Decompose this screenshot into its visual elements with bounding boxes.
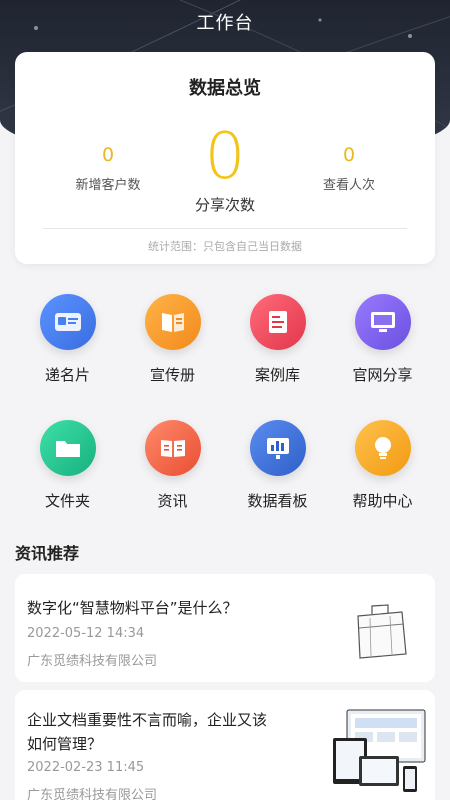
business-card-icon (39, 294, 96, 350)
stat-value: 0 (204, 120, 246, 194)
stat-value: 0 (342, 144, 356, 166)
news-thumbnail-devices (333, 708, 428, 798)
stats-title: 数据总览 (189, 78, 261, 99)
stat-views[interactable]: 0 查看人次 (279, 144, 419, 193)
news-item[interactable]: 数字化“智慧物料平台”是什么？ 2022-05-12 14:34 广东觅绩科技有… (15, 574, 435, 682)
grid-label: 官网分享 (352, 366, 413, 384)
news-title: 数字化“智慧物料平台”是什么？ (27, 599, 238, 617)
stats-scope-note: 统计范围：只包含自己当日数据 (148, 240, 302, 253)
website-share-icon (354, 294, 411, 350)
grid-label: 案例库 (254, 366, 300, 384)
grid-item-data-board[interactable]: 数据看板 (225, 420, 330, 511)
news-book-icon (144, 420, 201, 476)
news-section-title: 资讯推荐 (15, 544, 80, 563)
stats-overview-card: 数据总览 0 新增客户数 0 分享次数 0 查看人次 统计范围：只包含自己当日数… (15, 52, 435, 264)
divider (43, 228, 407, 229)
news-source: 广东觅绩科技有限公司 (27, 788, 158, 800)
grid-label: 帮助中心 (352, 492, 413, 510)
folder-icon (39, 420, 96, 476)
grid-item-website-share[interactable]: 官网分享 (330, 294, 435, 385)
grid-label: 文件夹 (44, 492, 90, 510)
news-thumbnail-briefcase (340, 594, 420, 664)
news-title-line2: 如何管理？ (27, 735, 103, 753)
lightbulb-icon (354, 420, 411, 476)
app-title: 工作台 (196, 13, 254, 34)
stat-label: 分享次数 (194, 196, 255, 214)
grid-item-case-library[interactable]: 案例库 (225, 294, 330, 385)
stat-label: 查看人次 (322, 178, 375, 193)
grid-label: 资讯 (157, 492, 188, 510)
news-title-line1: 企业文档重要性不言而喻，企业又该 (27, 711, 268, 729)
grid-item-brochure[interactable]: 宣传册 (120, 294, 225, 385)
grid-item-business-card[interactable]: 递名片 (15, 294, 120, 385)
news-date: 2022-02-23 11:45 (27, 760, 145, 775)
data-board-icon (249, 420, 306, 476)
news-date: 2022-05-12 14:34 (27, 626, 145, 641)
case-library-icon (249, 294, 306, 350)
grid-label: 数据看板 (247, 492, 308, 510)
stat-shares[interactable]: 0 分享次数 (155, 122, 295, 215)
grid-label: 递名片 (44, 366, 90, 384)
grid-item-news[interactable]: 资讯 (120, 420, 225, 511)
grid-item-folder[interactable]: 文件夹 (15, 420, 120, 511)
news-source: 广东觅绩科技有限公司 (27, 654, 158, 669)
brochure-icon (144, 294, 201, 350)
grid-label: 宣传册 (149, 366, 195, 384)
news-item[interactable]: 企业文档重要性不言而喻，企业又该 如何管理？ 2022-02-23 11:45 … (15, 690, 435, 800)
grid-item-help-center[interactable]: 帮助中心 (330, 420, 435, 511)
